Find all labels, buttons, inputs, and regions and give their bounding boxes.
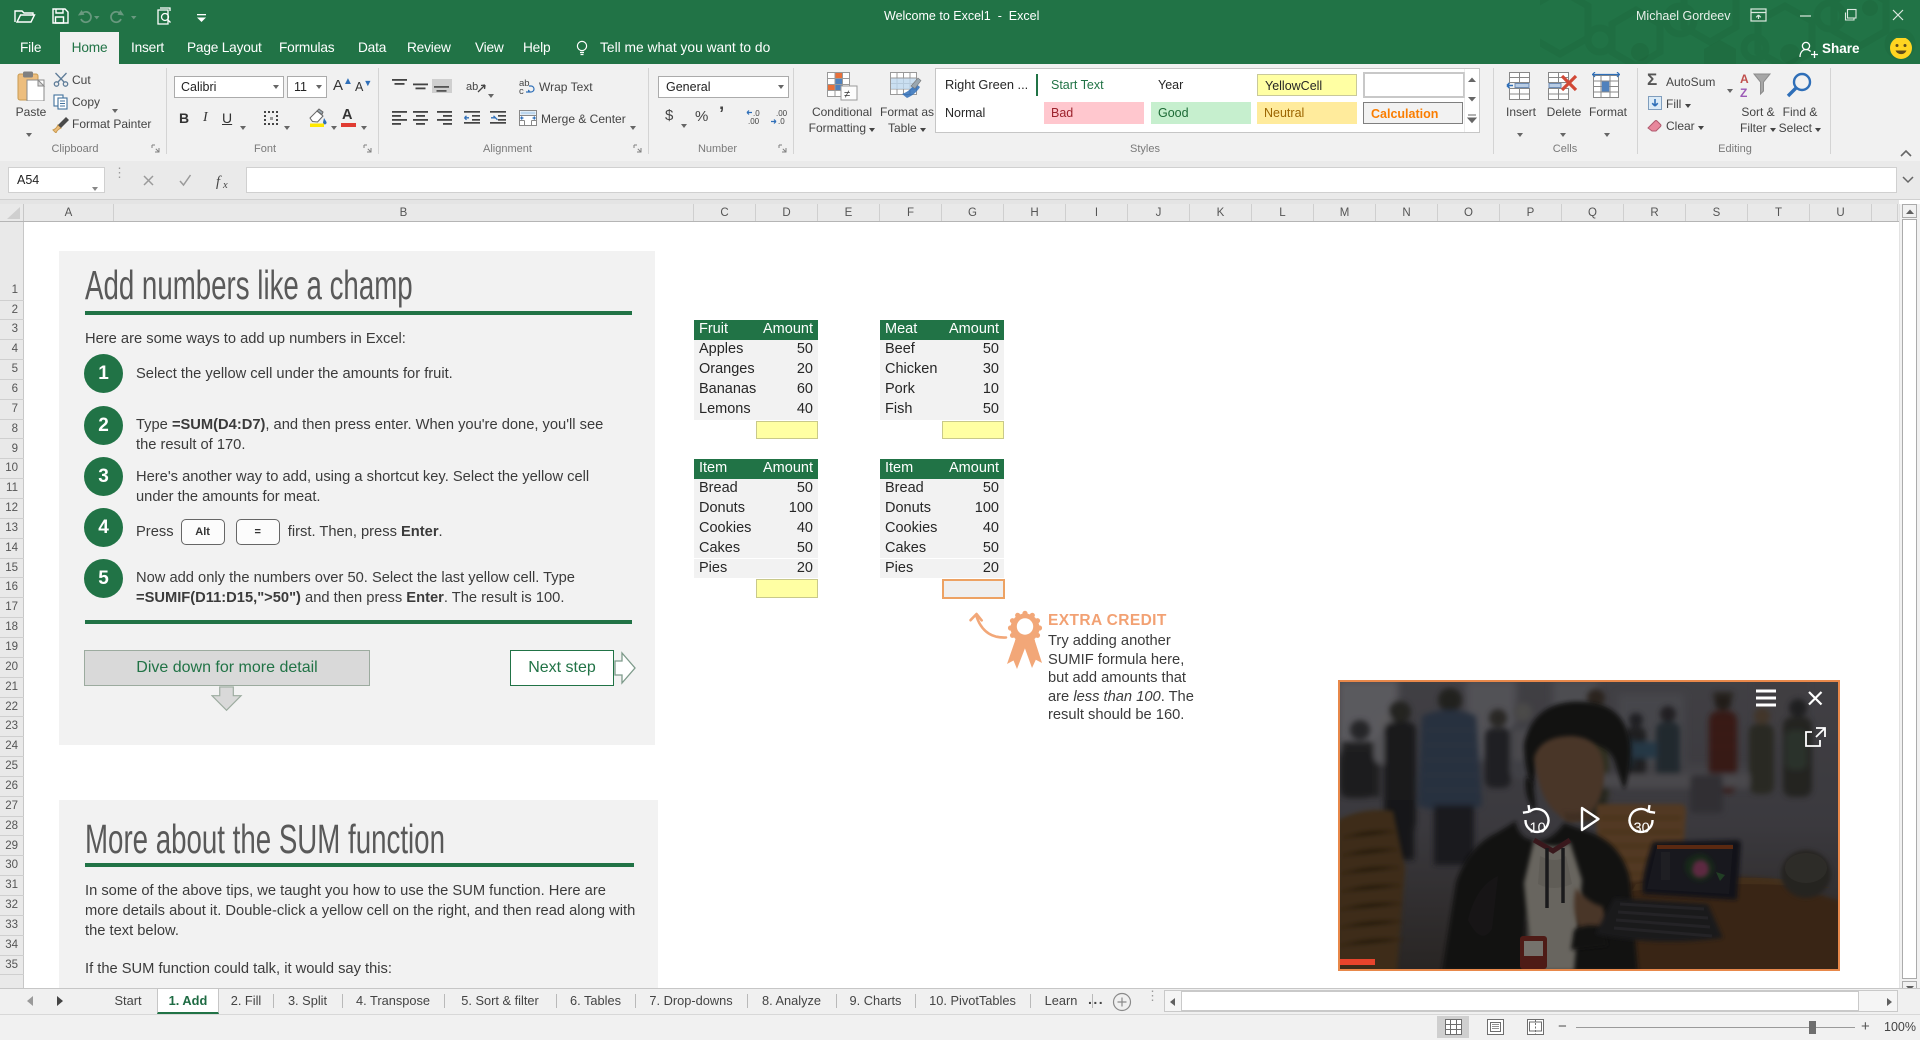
svg-text:ab: ab	[466, 81, 478, 93]
svg-text:≠: ≠	[844, 89, 850, 101]
svg-text:A: A	[1740, 72, 1749, 86]
svg-text:c: c	[519, 86, 524, 95]
svg-text:f: f	[216, 174, 222, 189]
svg-text:x: x	[222, 180, 228, 189]
svg-text:.0: .0	[778, 117, 785, 126]
svg-text:Z: Z	[1740, 86, 1747, 100]
svg-text:.00: .00	[748, 117, 760, 126]
